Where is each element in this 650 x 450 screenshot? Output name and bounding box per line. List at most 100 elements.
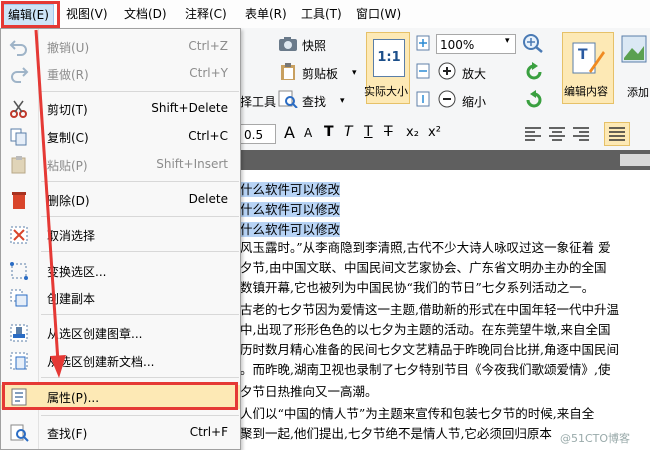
fit-visible-icon[interactable] [414,90,432,108]
menu-separator [41,181,239,182]
text-line: 聚到一起,他们提出,七夕节绝不是情人节,它必须回归原本 [240,426,552,441]
strikethrough-button[interactable]: T [384,124,393,140]
align-left-icon[interactable] [524,126,542,142]
properties-red-highlight [2,382,238,410]
menu-label: 粘贴(P) [47,159,88,173]
transform-selection-icon [10,262,28,280]
undo-icon [9,40,27,56]
menu-window[interactable]: 窗口(W) [352,4,405,24]
menu-shortcut: Delete [188,192,228,206]
italic-button[interactable]: T [344,124,353,140]
align-center-icon[interactable] [548,126,566,142]
find-dropdown-icon[interactable]: ▾ [340,96,345,106]
actual-size-icon: 1:1 [373,39,405,77]
menu-item-duplicate[interactable]: 创建副本 [1,286,240,310]
zoom-tool-icon[interactable] [522,33,544,53]
zoom-out-icon[interactable] [438,90,456,108]
text-line: 历时数月精心准备的民间七夕文艺精品于昨晚同台比拼,角逐中国民间 [240,342,619,357]
menu-view[interactable]: 视图(V) [62,4,112,24]
menu-item-find[interactable]: 查找(F) Ctrl+F [1,421,240,445]
actual-size-label: 实际大小 [364,85,408,98]
find-icon [10,424,29,442]
menu-label: 从选区创建图章... [47,327,143,341]
menu-shortcut: Ctrl+F [189,425,228,439]
text-line: 。而昨晚,湖南卫视也录制了七夕特别节目《今夜我们歌颂爱情》,使 [240,362,611,377]
menu-label: 变换选区... [47,265,107,279]
find-label[interactable]: 查找 [302,93,326,110]
menu-item-undo[interactable]: 撤销(U) Ctrl+Z [1,35,240,59]
rotate-right-icon[interactable] [524,62,544,82]
zoom-dropdown-icon[interactable]: ▾ [505,36,510,46]
menu-item-cut[interactable]: 剪切(T) Shift+Delete [1,97,240,121]
new-document-icon [10,352,28,370]
menu-item-paste[interactable]: 粘贴(P) Shift+Insert [1,153,240,177]
text-line: 夕节,由中国文联、中国民间文艺家协会、广东省文明办主办的全国 [240,260,607,275]
superscript-button[interactable]: x² [428,125,441,140]
grow-font-button[interactable]: A [284,123,295,142]
format-toolbar: 0.5 A A T T T T x₂ x² [240,120,650,151]
actual-size-button[interactable]: 1:1 实际大小 [364,32,410,104]
clipboard-label[interactable]: 剪贴板 [302,65,338,82]
menu-comment[interactable]: 注释(C) [181,4,231,24]
add-label[interactable]: 添加 [627,84,649,100]
find-icon[interactable] [278,90,298,108]
text-line: 数镇开幕,它也被列为中国民协“我们的节日”七夕系列活动之一。 [240,280,595,295]
font-size-select[interactable]: 0.5 [240,124,276,144]
underline-button[interactable]: T [364,124,373,140]
edit-content-button[interactable]: T 编辑内容 [562,32,614,104]
menu-shortcut: Shift+Insert [156,157,228,171]
trash-icon [12,192,26,209]
snapshot-label[interactable]: 快照 [302,37,326,54]
fit-page-icon[interactable] [414,34,432,52]
align-right-icon[interactable] [572,126,590,142]
menu-label: 撤销(U) [47,41,90,55]
duplicate-icon [10,289,28,307]
camera-icon[interactable] [278,36,298,52]
menu-item-transform-selection[interactable]: 变换选区... [1,259,240,283]
menu-item-deselect[interactable]: 取消选择 [1,223,240,247]
menu-document[interactable]: 文档(D) [120,4,171,24]
menu-shortcut: Ctrl+C [188,129,228,143]
zoom-in-icon[interactable] [438,62,456,80]
menu-separator [41,415,239,416]
stamp-icon [10,324,28,342]
text-line: 风玉露时。”从李商隐到李清照,古代不少大诗人咏叹过这一象征着 爱 [240,240,611,255]
menu-separator [41,314,239,315]
bold-button[interactable]: T [324,124,334,140]
menu-item-copy[interactable]: 复制(C) Ctrl+C [1,125,240,149]
menu-form[interactable]: 表单(R) [241,4,291,24]
add-image-icon[interactable] [620,34,648,68]
menu-shortcut: Ctrl+Z [188,39,228,53]
svg-text:T: T [578,47,588,63]
rotate-left-icon[interactable] [524,90,544,110]
menu-bar: 编辑(E) 视图(V) 文档(D) 注释(C) 表单(R) 工具(T) 窗口(W… [0,0,650,29]
zoom-out-label[interactable]: 缩小 [462,93,486,110]
fit-width-icon[interactable] [414,62,432,80]
justify-button[interactable] [604,122,630,146]
selected-text-line[interactable]: 什么软件可以修改 [240,202,341,217]
selected-text-line[interactable]: 什么软件可以修改 [240,222,341,237]
shrink-font-button[interactable]: A [304,126,312,140]
zoom-select[interactable]: 100% [436,34,516,54]
menu-tools[interactable]: 工具(T) [297,4,346,24]
edit-content-label: 编辑内容 [564,85,608,98]
subscript-button[interactable]: x₂ [406,125,419,140]
edit-menu-red-highlight [1,1,60,28]
menu-item-redo[interactable]: 重做(R) Ctrl+Y [1,62,240,86]
menu-item-delete[interactable]: 删除(D) Delete [1,188,240,212]
menu-item-new-document[interactable]: 从选区创建新文档... [1,349,240,373]
text-line: 人们以“中国的情人节”为主题来宣传和包装七夕节的时候,来自全 [240,406,595,421]
menu-separator [41,377,239,378]
selected-text-line[interactable]: 什么软件可以修改 [240,182,341,197]
document-page[interactable]: 什么软件可以修改 什么软件可以修改 什么软件可以修改 风玉露时。”从李商隐到李清… [240,170,650,450]
menu-item-create-stamp[interactable]: 从选区创建图章... [1,321,240,345]
select-tool-label[interactable]: 择工具 [240,93,276,110]
zoom-in-label[interactable]: 放大 [462,65,486,82]
menu-label: 删除(D) [47,194,90,208]
menu-label: 取消选择 [47,229,96,243]
clipboard-dropdown-icon[interactable]: ▾ [352,68,357,78]
document-tab-bar [240,150,650,170]
clipboard-icon[interactable] [278,63,298,81]
menu-separator [41,251,239,252]
paste-icon [11,156,26,174]
